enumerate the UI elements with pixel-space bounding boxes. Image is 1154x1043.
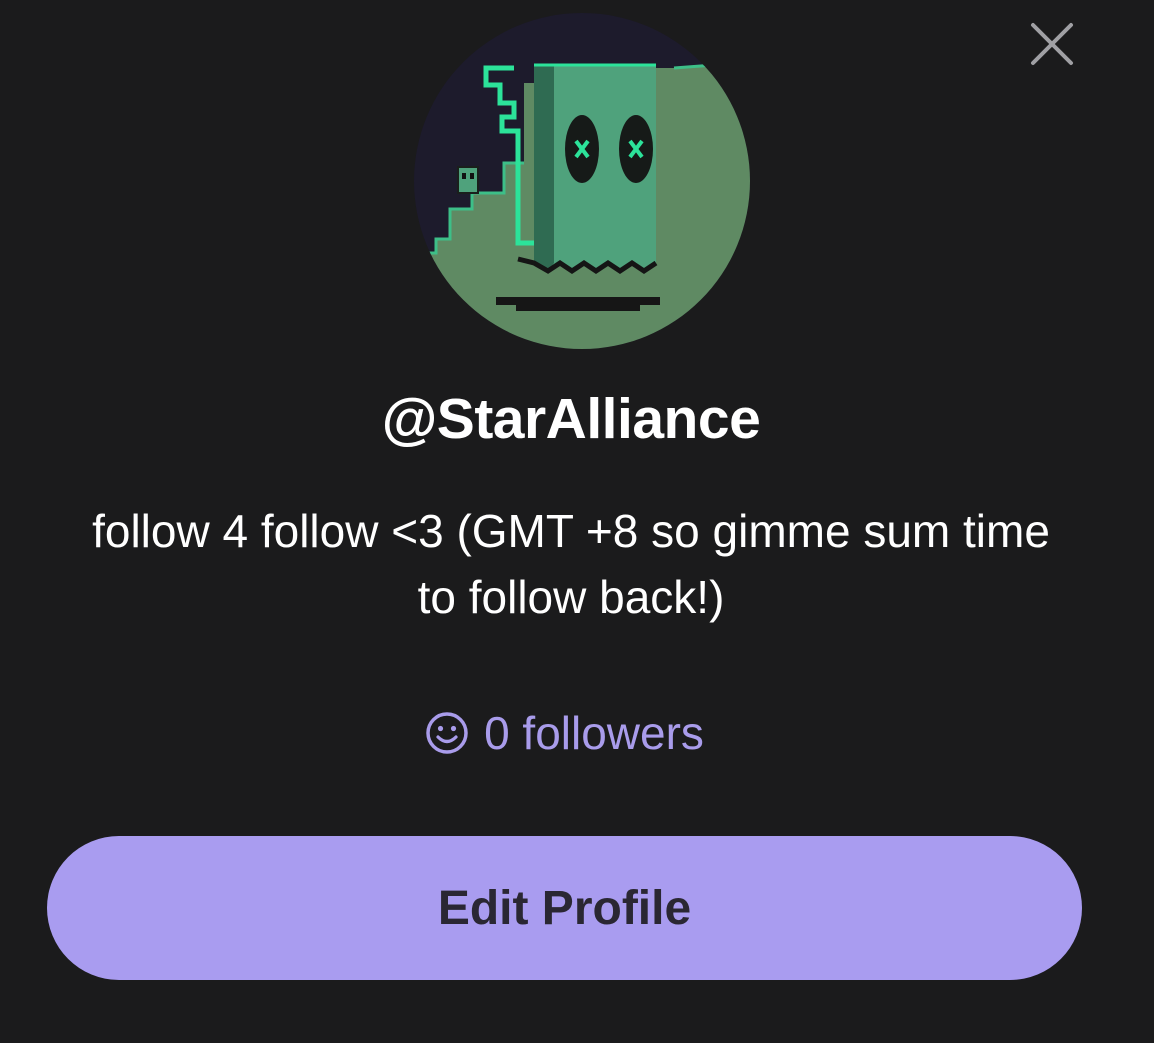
edit-profile-label: Edit Profile	[437, 881, 692, 935]
avatar[interactable]	[414, 13, 750, 349]
close-icon	[1031, 23, 1073, 65]
bio-text: follow 4 follow <3 (GMT +8 so gimme sum …	[92, 505, 1050, 623]
followers-count: 0 followers	[484, 707, 704, 759]
followers-link[interactable]: 0 followers	[0, 702, 1128, 764]
username: @StarAlliance	[381, 387, 761, 451]
close-button[interactable]	[1026, 18, 1078, 70]
edit-profile-button[interactable]: Edit Profile	[47, 836, 1082, 980]
smiley-icon	[426, 712, 468, 754]
avatar-image	[414, 13, 750, 349]
